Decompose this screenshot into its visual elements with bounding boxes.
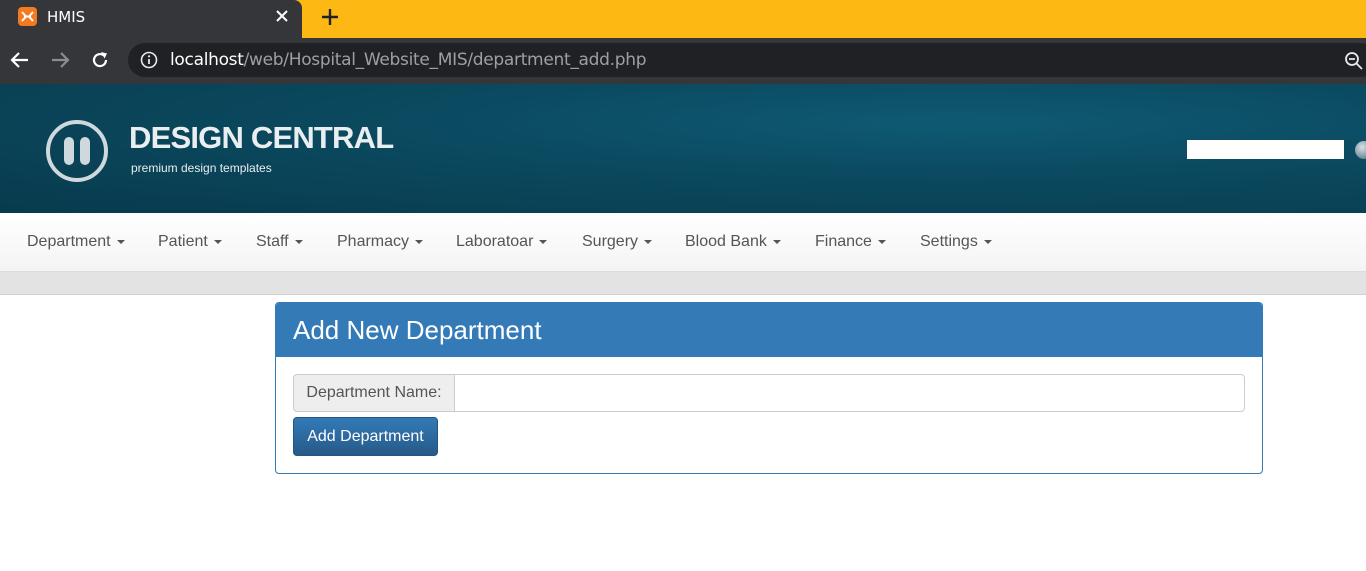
close-icon[interactable] xyxy=(271,5,293,27)
tab-title: HMIS xyxy=(47,8,86,26)
browser-toolbar: localhost/web/Hospital_Website_MIS/depar… xyxy=(0,38,1366,84)
back-arrow-icon[interactable] xyxy=(8,48,32,72)
address-bar[interactable]: localhost/web/Hospital_Website_MIS/depar… xyxy=(128,43,1366,77)
logo-bar-right xyxy=(80,137,90,165)
add-department-button[interactable]: Add Department xyxy=(293,417,438,456)
info-icon[interactable] xyxy=(140,51,158,69)
nav-item-laboratoar[interactable]: Laboratoar xyxy=(456,233,548,251)
nav-item-staff[interactable]: Staff xyxy=(256,233,303,251)
nav-item-label: Staff xyxy=(256,233,289,250)
url-host: localhost xyxy=(170,50,244,70)
caret-down-icon xyxy=(772,239,781,244)
search-button-icon[interactable] xyxy=(1355,141,1366,159)
nav-item-label: Patient xyxy=(158,233,208,250)
nav-item-surgery[interactable]: Surgery xyxy=(582,233,653,251)
nav-item-label: Finance xyxy=(815,233,872,250)
zoom-icon[interactable] xyxy=(1344,51,1364,71)
url-path: /web/Hospital_Website_MIS/department_add… xyxy=(243,50,647,70)
department-name-label: Department Name: xyxy=(293,374,455,412)
nav-item-label: Blood Bank xyxy=(685,233,767,250)
logo-subtitle: premium design templates xyxy=(131,161,272,175)
caret-down-icon xyxy=(116,239,125,244)
nav-item-label: Pharmacy xyxy=(337,233,410,250)
department-name-input[interactable] xyxy=(454,374,1245,412)
nav-item-label: Surgery xyxy=(582,233,639,250)
browser-tab-strip: HMIS xyxy=(0,0,1366,38)
logo-bar-left xyxy=(64,137,74,165)
nav-item-label: Laboratoar xyxy=(456,233,534,250)
caret-down-icon xyxy=(644,239,653,244)
nav-item-label: Settings xyxy=(920,233,978,250)
nav-item-finance[interactable]: Finance xyxy=(815,233,886,251)
caret-down-icon xyxy=(294,239,303,244)
nav-item-patient[interactable]: Patient xyxy=(158,233,222,251)
caret-down-icon xyxy=(415,239,424,244)
header-search-input[interactable] xyxy=(1187,140,1344,159)
navbar-divider-band xyxy=(0,272,1366,295)
nav-item-blood-bank[interactable]: Blood Bank xyxy=(685,233,781,251)
xampp-icon xyxy=(18,7,37,26)
add-department-panel: Add New Department Department Name: Add … xyxy=(275,302,1263,474)
nav-item-settings[interactable]: Settings xyxy=(920,233,992,251)
nav-item-department[interactable]: Department xyxy=(27,233,125,251)
main-navbar: Department Patient Staff Pharmacy Labora… xyxy=(0,213,1366,272)
site-header: DESIGN CENTRAL premium design templates xyxy=(0,84,1366,213)
department-name-group: Department Name: xyxy=(293,374,1245,412)
forward-arrow-icon[interactable] xyxy=(48,48,72,72)
caret-down-icon xyxy=(539,239,548,244)
nav-item-pharmacy[interactable]: Pharmacy xyxy=(337,233,424,251)
reload-icon[interactable] xyxy=(88,48,112,72)
panel-heading: Add New Department xyxy=(276,303,1262,357)
logo-title: DESIGN CENTRAL xyxy=(129,120,394,155)
logo-icon xyxy=(46,120,108,182)
caret-down-icon xyxy=(877,239,886,244)
caret-down-icon xyxy=(983,239,992,244)
browser-tab[interactable]: HMIS xyxy=(0,0,302,38)
caret-down-icon xyxy=(213,239,222,244)
nav-item-label: Department xyxy=(27,233,111,250)
url-text[interactable]: localhost/web/Hospital_Website_MIS/depar… xyxy=(170,50,646,70)
new-tab-icon[interactable] xyxy=(317,4,343,30)
panel-title: Add New Department xyxy=(293,315,542,345)
